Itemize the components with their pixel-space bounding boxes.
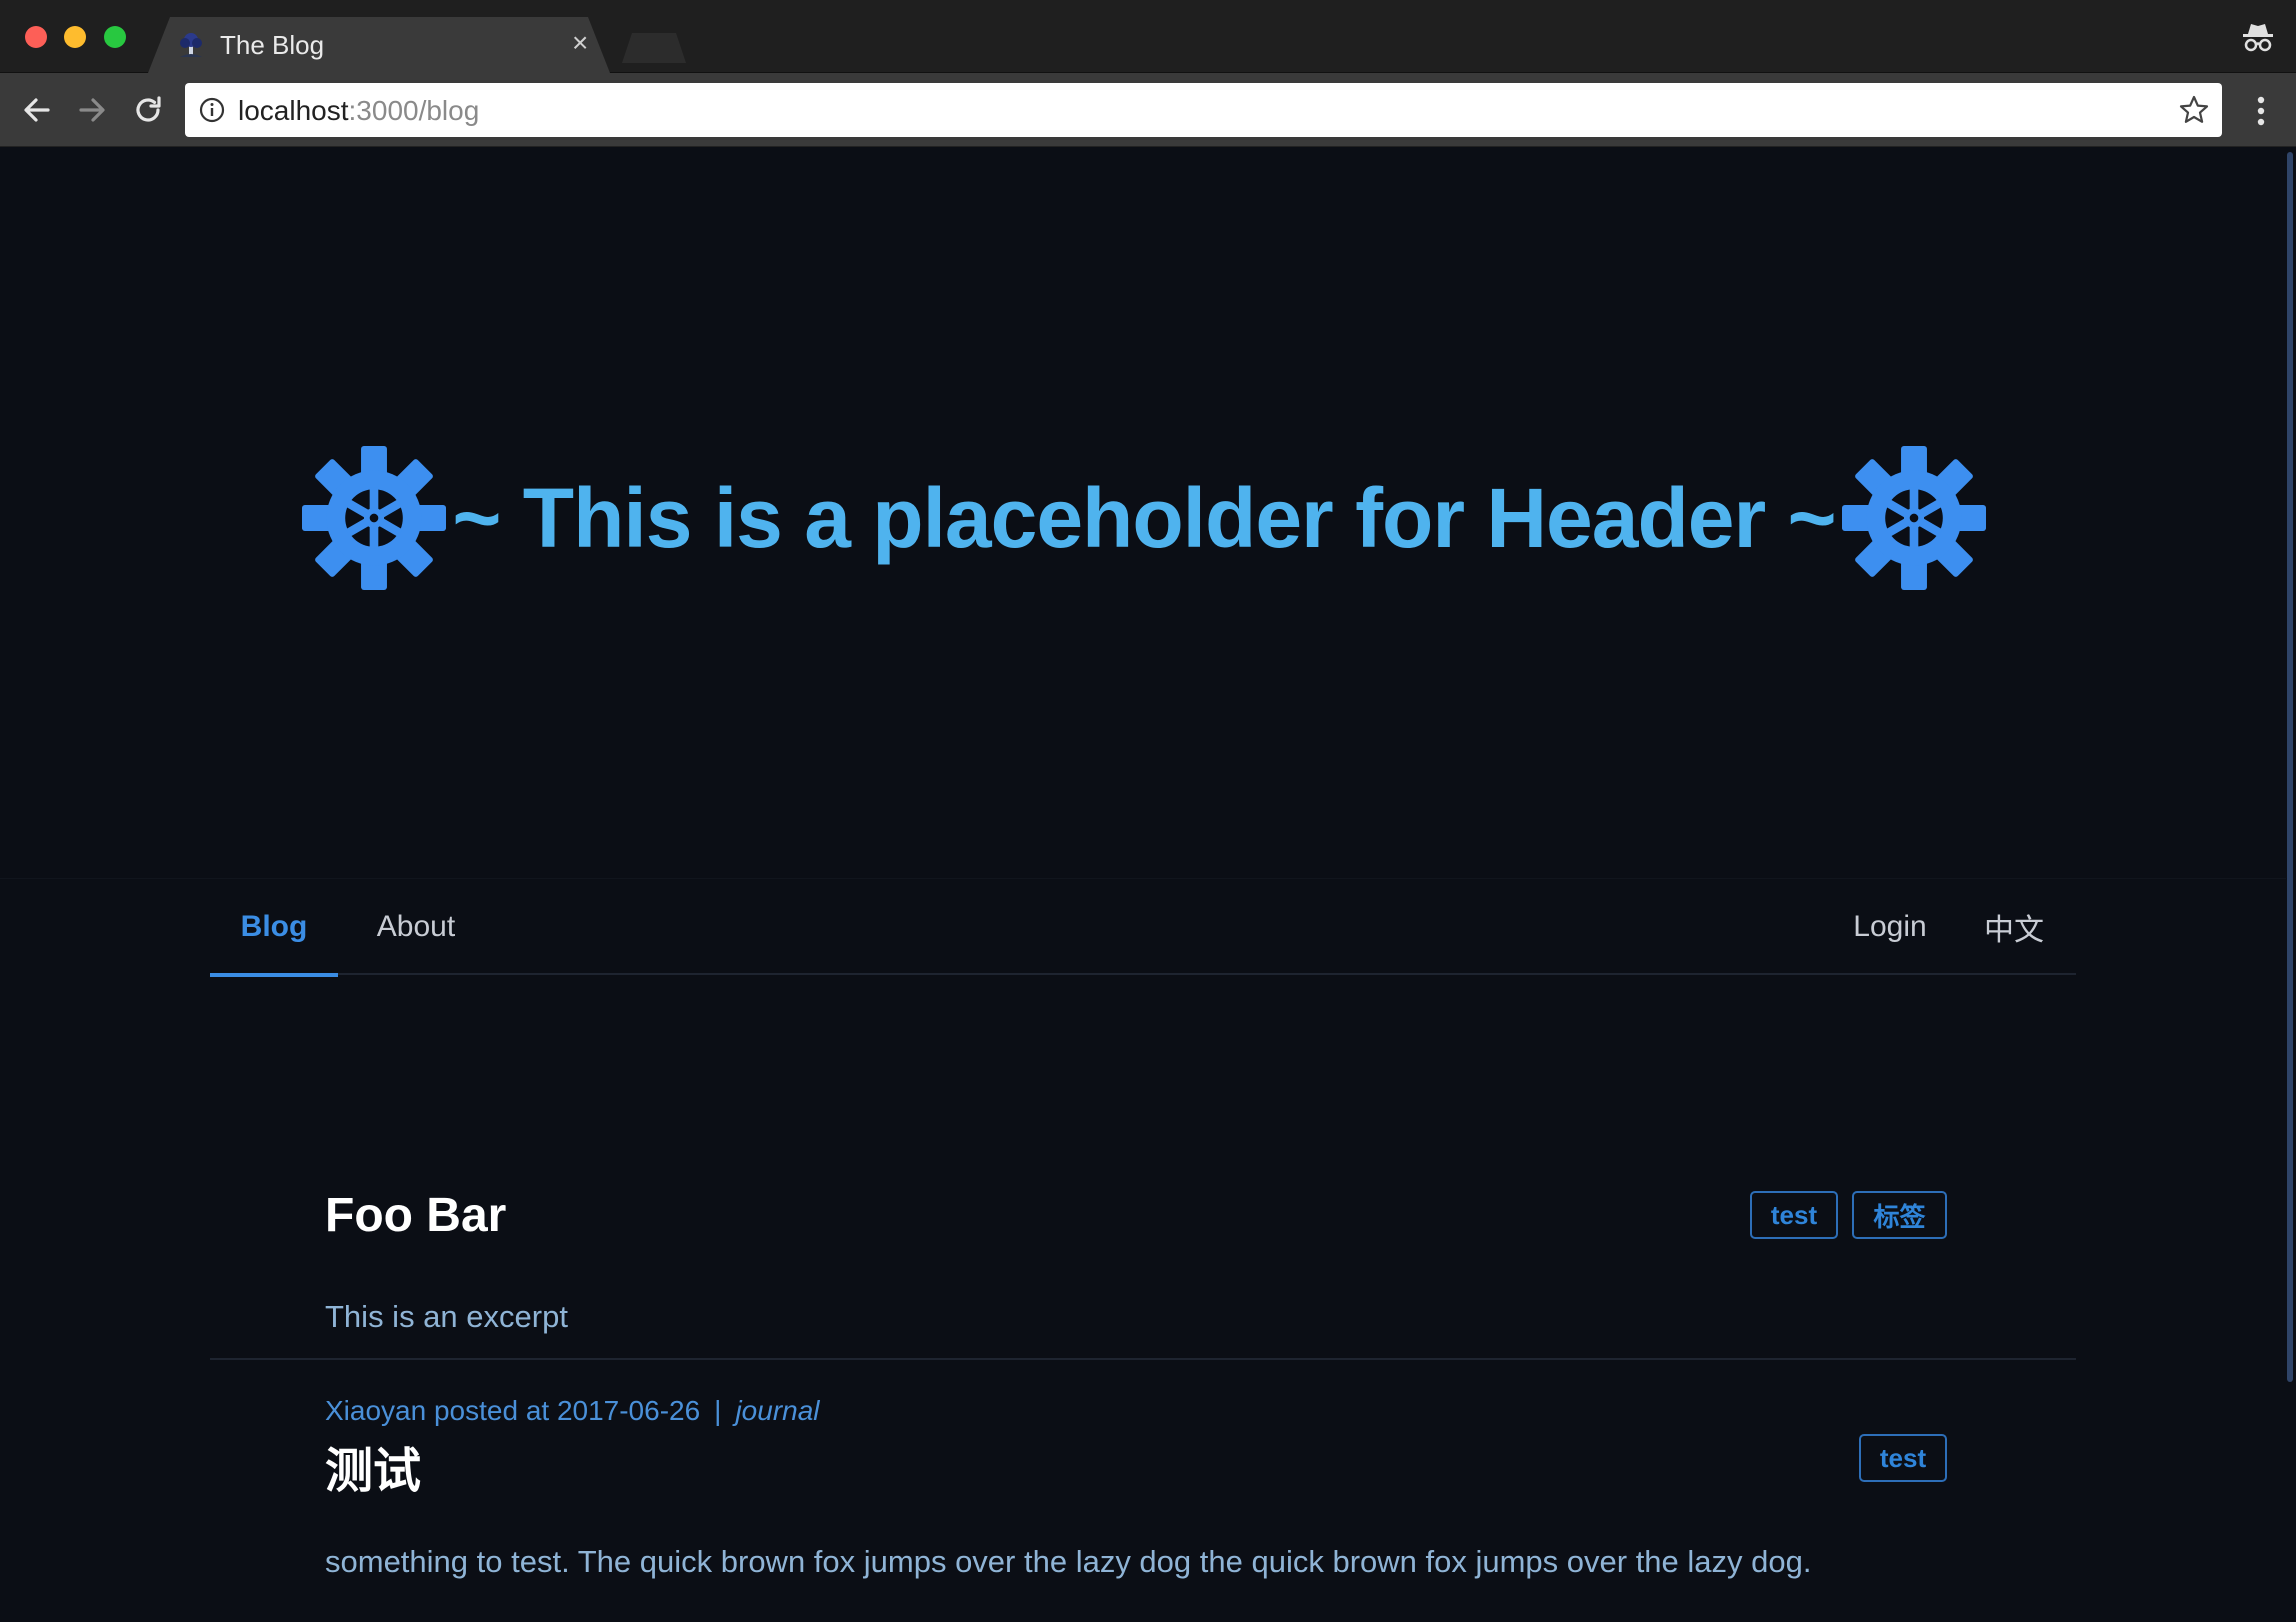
post-author-date: Xiaoyan posted at 2017-06-26 <box>325 1395 701 1426</box>
url-host: localhost <box>238 95 349 126</box>
nav-item-label: 中文 <box>1984 914 2044 947</box>
hero-header: ~ This is a placeholder for Header ~ <box>0 148 2288 878</box>
browser-tab[interactable]: The Blog × <box>148 17 610 73</box>
close-tab-icon[interactable]: × <box>572 27 588 59</box>
meta-separator: | <box>714 1395 722 1426</box>
url-path: :3000/blog <box>348 95 480 126</box>
site-navbar: Blog About Login 中文 <box>0 878 2288 986</box>
post-excerpt: This is an excerpt <box>325 1299 568 1334</box>
tag-badge[interactable]: test <box>1859 1434 1947 1482</box>
nav-item-about[interactable]: About <box>348 879 484 975</box>
post-meta: Xiaoyan posted at 2017-06-26 | journal <box>325 1395 820 1427</box>
back-arrow-icon[interactable] <box>18 91 56 129</box>
browser-toolbar: localhost:3000/blog <box>0 73 2296 147</box>
maximize-window-button[interactable] <box>104 26 126 48</box>
active-nav-underline <box>210 973 338 977</box>
scrollbar-thumb[interactable] <box>2287 152 2293 1382</box>
post-title[interactable]: Foo Bar <box>325 1188 506 1243</box>
hero-title: ~ This is a placeholder for Header ~ <box>452 470 1836 565</box>
nav-item-blog[interactable]: Blog <box>210 879 338 977</box>
forward-arrow-icon[interactable] <box>73 91 111 129</box>
info-icon[interactable] <box>199 97 225 123</box>
bookmark-star-icon[interactable] <box>2178 94 2210 126</box>
reload-icon[interactable] <box>129 91 167 129</box>
post-excerpt: something to test. The quick brown fox j… <box>325 1544 1812 1579</box>
nav-item-login[interactable]: Login <box>1830 879 1950 975</box>
nav-item-label: Login <box>1853 910 1927 943</box>
minimize-window-button[interactable] <box>64 26 86 48</box>
page-content: ~ This is a placeholder for Header ~ Blo… <box>0 148 2288 1622</box>
address-bar[interactable]: localhost:3000/blog <box>185 83 2222 137</box>
gear-icon <box>302 446 447 590</box>
url-text: localhost:3000/blog <box>238 95 479 127</box>
nav-item-label: About <box>376 910 456 943</box>
browser-menu-icon[interactable] <box>2249 93 2273 129</box>
nav-inner: Blog About Login 中文 <box>210 879 2076 977</box>
tree-favicon-icon <box>180 33 202 57</box>
post-title[interactable]: 测试 <box>325 1431 421 1501</box>
nav-item-label: Blog <box>240 910 308 943</box>
incognito-icon <box>2243 24 2273 52</box>
tab-title: The Blog <box>220 30 325 60</box>
tag-badge[interactable]: test <box>1750 1191 1838 1239</box>
hero-row: ~ This is a placeholder for Header ~ <box>0 438 2288 598</box>
gear-icon <box>1841 446 1986 590</box>
tag-badge[interactable]: 标签 <box>1852 1191 1947 1239</box>
close-window-button[interactable] <box>25 26 47 48</box>
browser-titlebar: The Blog × <box>0 0 2296 73</box>
post-card: 测试 test something to test. The quick bro… <box>325 1431 1947 1611</box>
new-tab-button[interactable] <box>622 33 686 63</box>
post-category-link[interactable]: journal <box>735 1395 819 1426</box>
post-divider <box>210 1358 2076 1360</box>
post-card: Foo Bar test 标签 This is an excerpt Xiaoy… <box>325 1188 1947 1428</box>
nav-item-language[interactable]: 中文 <box>1966 879 2062 975</box>
